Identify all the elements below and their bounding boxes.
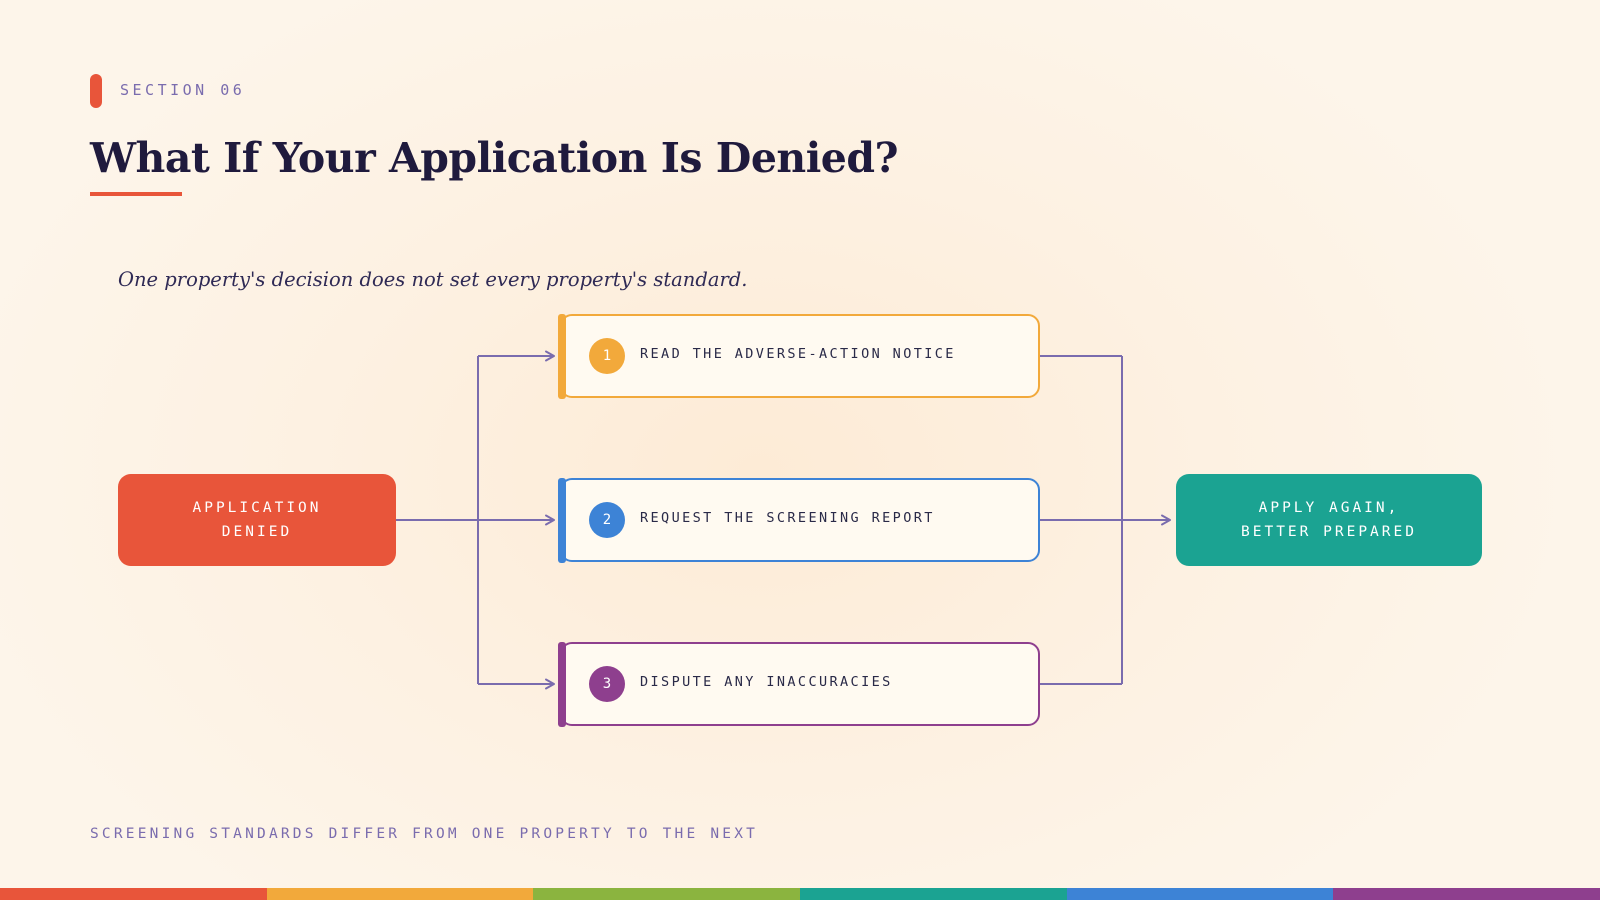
step-1-accent-bar [558, 313, 566, 399]
end-node-apply-again: APPLY AGAIN, BETTER PREPARED [1176, 474, 1482, 566]
step-card-request-report: 2 REQUEST THE SCREENING REPORT [558, 477, 1040, 563]
stripe-segment [1333, 888, 1600, 900]
stripe-segment [266, 888, 534, 900]
stripe-segment [0, 888, 267, 900]
flow-connectors [396, 350, 1171, 690]
end-node-label: APPLY AGAIN, BETTER PREPARED [1241, 500, 1417, 540]
step-3-label: DISPUTE ANY INACCURACIES [640, 674, 893, 690]
step-1-number-badge: 1 [589, 338, 625, 374]
footer-note: SCREENING STANDARDS DIFFER FROM ONE PROP… [90, 826, 759, 842]
start-node-label: APPLICATION DENIED [192, 500, 322, 540]
step-2-accent-bar [558, 477, 566, 563]
step-3-number-badge: 3 [589, 666, 625, 702]
step-3-accent-bar [558, 641, 566, 727]
step-card-dispute: 3 DISPUTE ANY INACCURACIES [558, 641, 1040, 727]
step-2-number-badge: 2 [589, 502, 625, 538]
start-node-application-denied: APPLICATION DENIED [118, 474, 396, 566]
step-2-label: REQUEST THE SCREENING REPORT [640, 510, 935, 526]
stripe-segment [533, 888, 801, 900]
step-1-label: READ THE ADVERSE-ACTION NOTICE [640, 346, 956, 362]
stripe-segment [1066, 888, 1334, 900]
color-stripe [0, 888, 1600, 900]
stripe-segment [800, 888, 1067, 900]
step-card-read-notice: 1 READ THE ADVERSE-ACTION NOTICE [558, 313, 1040, 399]
